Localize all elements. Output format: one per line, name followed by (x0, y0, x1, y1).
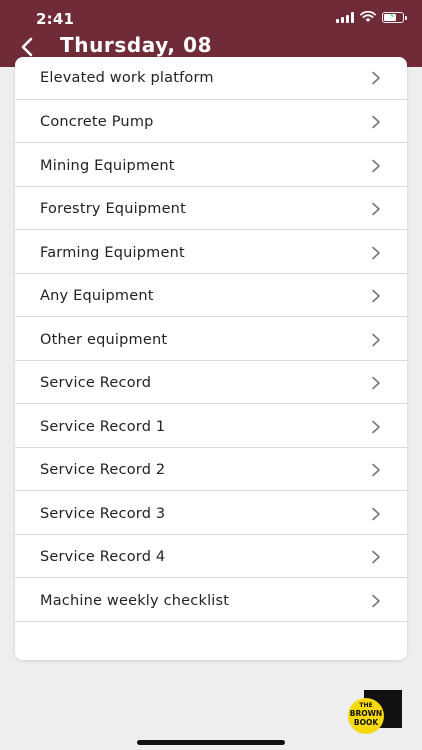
list-item-elevated-work-platform[interactable]: Elevated work platform (15, 57, 407, 100)
list-item-label: Mining Equipment (40, 157, 175, 174)
list-item-label: Service Record 2 (40, 461, 166, 478)
chevron-right-icon (372, 246, 380, 259)
chevron-right-icon (372, 507, 380, 520)
list-item-label: Farming Equipment (40, 244, 185, 261)
chevron-right-icon (372, 550, 380, 563)
chevron-right-icon (372, 159, 380, 172)
list-item-label: Forestry Equipment (40, 200, 186, 217)
chevron-right-icon (372, 333, 380, 346)
chevron-right-icon (372, 289, 380, 302)
list-item-service-record-3[interactable]: Service Record 3 (15, 493, 407, 535)
chevron-right-icon (372, 463, 380, 476)
list-item-label: Service Record 4 (40, 548, 166, 565)
list-item-machine-weekly-checklist[interactable]: Machine weekly checklist (15, 580, 407, 622)
list-item-service-record-4[interactable]: Service Record 4 (15, 536, 407, 578)
status-icons: ⚡ (336, 11, 407, 23)
chevron-right-icon (372, 115, 380, 128)
svg-text:BOOK: BOOK (354, 718, 379, 727)
list-item-label: Other equipment (40, 331, 168, 348)
home-indicator (137, 740, 285, 745)
brown-book-logo: THE BROWN BOOK (348, 690, 402, 734)
chevron-right-icon (372, 594, 380, 607)
list-item-any-equipment[interactable]: Any Equipment (15, 275, 407, 317)
charging-bolt-icon: ⚡ (389, 11, 396, 22)
status-bar: 2:41 ⚡ (0, 0, 422, 34)
list-item-label: Elevated work platform (40, 70, 214, 86)
equipment-list-card: Elevated work platform Concrete Pump Min… (15, 57, 407, 660)
list-item-label: Service Record 3 (40, 505, 166, 522)
list-item-forestry-equipment[interactable]: Forestry Equipment (15, 188, 407, 230)
list-item-farming-equipment[interactable]: Farming Equipment (15, 232, 407, 274)
list-item-service-record[interactable]: Service Record (15, 362, 407, 404)
cellular-signal-icon (336, 11, 354, 23)
list-item-service-record-1[interactable]: Service Record 1 (15, 406, 407, 448)
list-item-label: Concrete Pump (40, 113, 154, 130)
list-item-label: Machine weekly checklist (40, 592, 230, 609)
list-item-label: Service Record (40, 374, 152, 391)
chevron-right-icon (372, 420, 380, 433)
list-item-concrete-pump[interactable]: Concrete Pump (15, 101, 407, 143)
list-item-label: Service Record 1 (40, 418, 166, 435)
list-item-label: Any Equipment (40, 287, 154, 304)
svg-text:BROWN: BROWN (350, 709, 382, 718)
wifi-icon (360, 11, 376, 22)
chevron-right-icon (372, 376, 380, 389)
page-title: Thursday, 08 (60, 33, 213, 57)
chevron-left-icon (21, 37, 33, 57)
battery-icon: ⚡ (382, 11, 407, 23)
list-item-other-equipment[interactable]: Other equipment (15, 319, 407, 361)
svg-text:THE: THE (359, 702, 372, 709)
chevron-right-icon (372, 202, 380, 215)
chevron-right-icon (372, 71, 380, 85)
list-item-mining-equipment[interactable]: Mining Equipment (15, 145, 407, 187)
list-item-service-record-2[interactable]: Service Record 2 (15, 449, 407, 491)
status-time: 2:41 (36, 10, 75, 28)
